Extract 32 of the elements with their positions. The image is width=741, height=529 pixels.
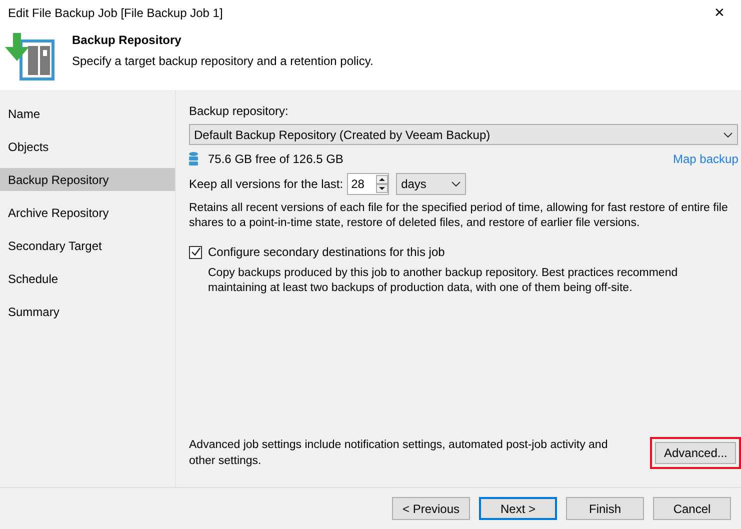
dialog-button[interactable]: < Previous — [392, 497, 470, 520]
retention-spinbox[interactable]: 28 — [347, 173, 390, 195]
window-title: Edit File Backup Job [File Backup Job 1] — [8, 4, 223, 22]
unit-dropdown[interactable]: days — [396, 173, 466, 195]
sidebar-item[interactable]: Summary — [0, 300, 175, 323]
dialog-button[interactable]: Cancel — [653, 497, 731, 520]
secondary-label[interactable]: Configure secondary destinations for this job — [208, 243, 445, 261]
sidebar-item[interactable]: Backup Repository — [0, 168, 175, 191]
map-backup-link[interactable]: Map backup — [673, 150, 738, 168]
database-icon — [189, 152, 198, 166]
free-space-text: 75.6 GB free of 126.5 GB — [208, 151, 344, 168]
dialog-button[interactable]: Next > — [479, 497, 557, 520]
sidebar-item[interactable]: Name — [0, 102, 175, 125]
close-button[interactable]: ✕ — [710, 2, 729, 22]
chevron-down-icon — [451, 181, 462, 187]
sidebar-item[interactable]: Archive Repository — [0, 201, 175, 224]
chevron-down-icon — [723, 132, 734, 138]
advanced-description: Advanced job settings include notification settings, automated post-job activity and other settings. — [189, 438, 609, 469]
page-title: Backup Repository — [72, 32, 182, 49]
page-subtitle: Specify a target backup repository and a retention policy. — [72, 53, 374, 70]
spin-arrows-icon — [376, 175, 388, 193]
sidebar-item[interactable]: Secondary Target — [0, 234, 175, 257]
field-label: Backup repository: — [189, 103, 290, 120]
sidebar-item[interactable]: Objects — [0, 135, 175, 158]
secondary-checkbox[interactable] — [189, 246, 202, 258]
sidebar-item[interactable]: Schedule — [0, 267, 175, 290]
dialog-button[interactable]: Finish — [566, 497, 644, 520]
repository-dropdown[interactable]: Default Backup Repository (Created by Veeam Backup) — [189, 124, 738, 145]
retention-description: Retains all recent versions of each file for the specified period of time, allowing for fast restore of entire file shares to a point-in-time state, restore of deleted files, and restore of earlier file versions. — [189, 201, 729, 231]
secondary-description: Copy backups produced by this job to another backup repository. Best practices recommend maintaining at least two backups of production data, with one of them being off-site. — [207, 266, 679, 296]
advanced-button[interactable]: Advanced... — [655, 442, 736, 464]
retention-label: Keep all versions for the last: — [189, 176, 344, 193]
